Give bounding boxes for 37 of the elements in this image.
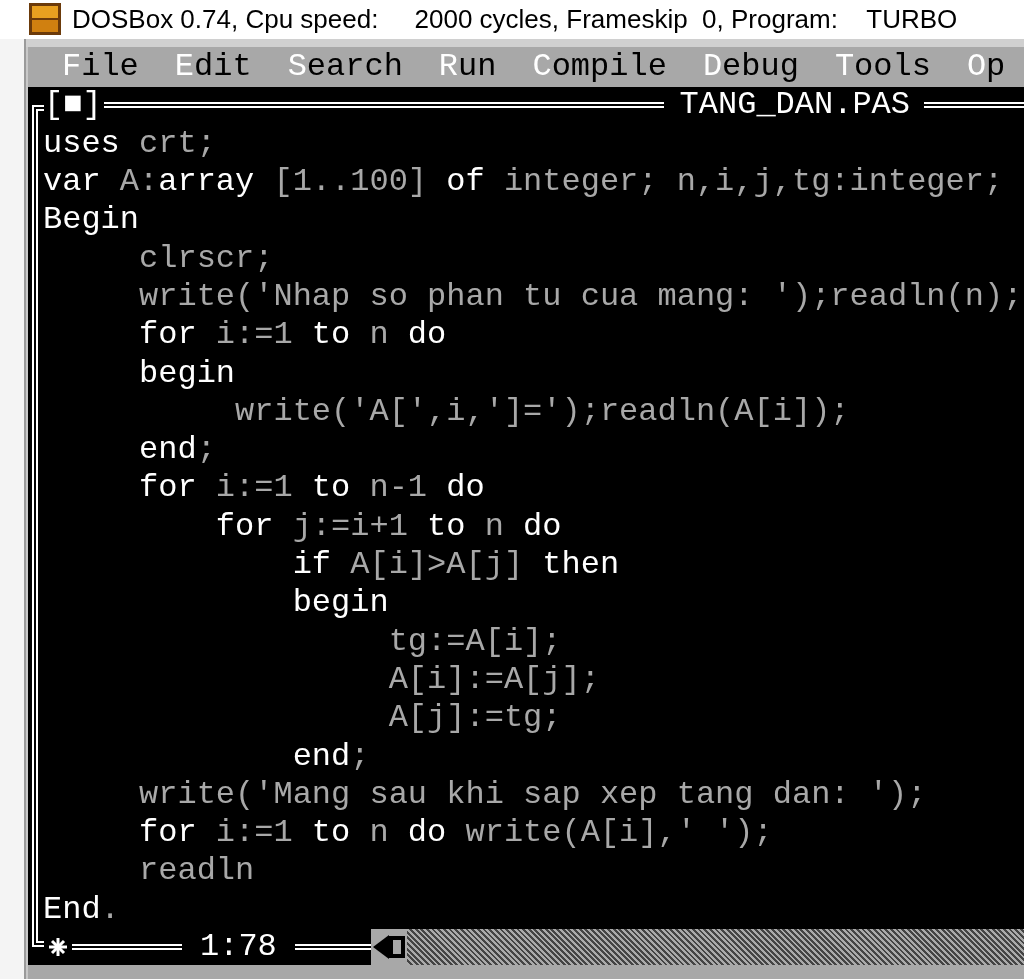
code-line: write('A[',i,']=');readln(A[i]); xyxy=(234,392,850,432)
code-line: Begin xyxy=(43,201,139,240)
app-icon xyxy=(28,2,62,37)
code-line: for i:=1 to n do write(A[i],' '); xyxy=(138,814,773,853)
menu-item[interactable]: Compile xyxy=(532,47,667,86)
code-line: end; xyxy=(138,431,216,470)
code-line: write('Nhap so phan tu cua mang: ');readln(n); xyxy=(138,277,1023,317)
code-line: end; xyxy=(291,737,370,776)
code-line: uses crt; xyxy=(43,124,216,164)
menu-item[interactable]: Op xyxy=(966,47,1006,86)
code-line: for i:=1 to n do xyxy=(138,316,447,355)
code-line: begin xyxy=(291,584,389,623)
window-title: DOSBox 0.74, Cpu speed: 2000 cycles, Frameskip 0, Program: TURBO xyxy=(72,6,958,33)
code-line: write('Mang sau khi sap xep tang dan: '); xyxy=(138,775,927,815)
code-line: A[j]:=tg; xyxy=(387,699,562,738)
menu-item[interactable]: Tools xyxy=(834,47,931,86)
scroll-left-icon[interactable] xyxy=(372,935,389,959)
menu-item[interactable]: Edit xyxy=(174,47,252,86)
menu-item[interactable]: Debug xyxy=(702,47,799,86)
code-line: begin xyxy=(138,354,236,393)
code-line: clrscr; xyxy=(138,239,274,278)
menu-item[interactable]: Search xyxy=(287,47,403,86)
modified-icon xyxy=(48,937,68,957)
code-line: A[i]:=A[j]; xyxy=(387,660,600,700)
code-line: tg:=A[i]; xyxy=(387,622,562,661)
code-line: readln xyxy=(138,852,255,891)
file-name: TANG_DAN.PAS xyxy=(678,86,911,124)
menu-item[interactable]: File xyxy=(62,47,139,86)
cursor-position: 1:78 xyxy=(199,928,278,965)
code-line: var A:array [1..100] of integer; n,i,j,tg:integer; xyxy=(43,163,1004,202)
horizontal-scrollbar[interactable] xyxy=(370,929,1024,965)
code-line: if A[i]>A[j] then xyxy=(291,546,620,585)
code-line: for j:=i+1 to n do xyxy=(214,507,562,547)
code-line: End. xyxy=(43,890,120,929)
close-box[interactable]: [■] xyxy=(44,86,102,124)
code-line: for i:=1 to n-1 do xyxy=(138,469,485,508)
menu-item[interactable]: Run xyxy=(438,47,497,86)
